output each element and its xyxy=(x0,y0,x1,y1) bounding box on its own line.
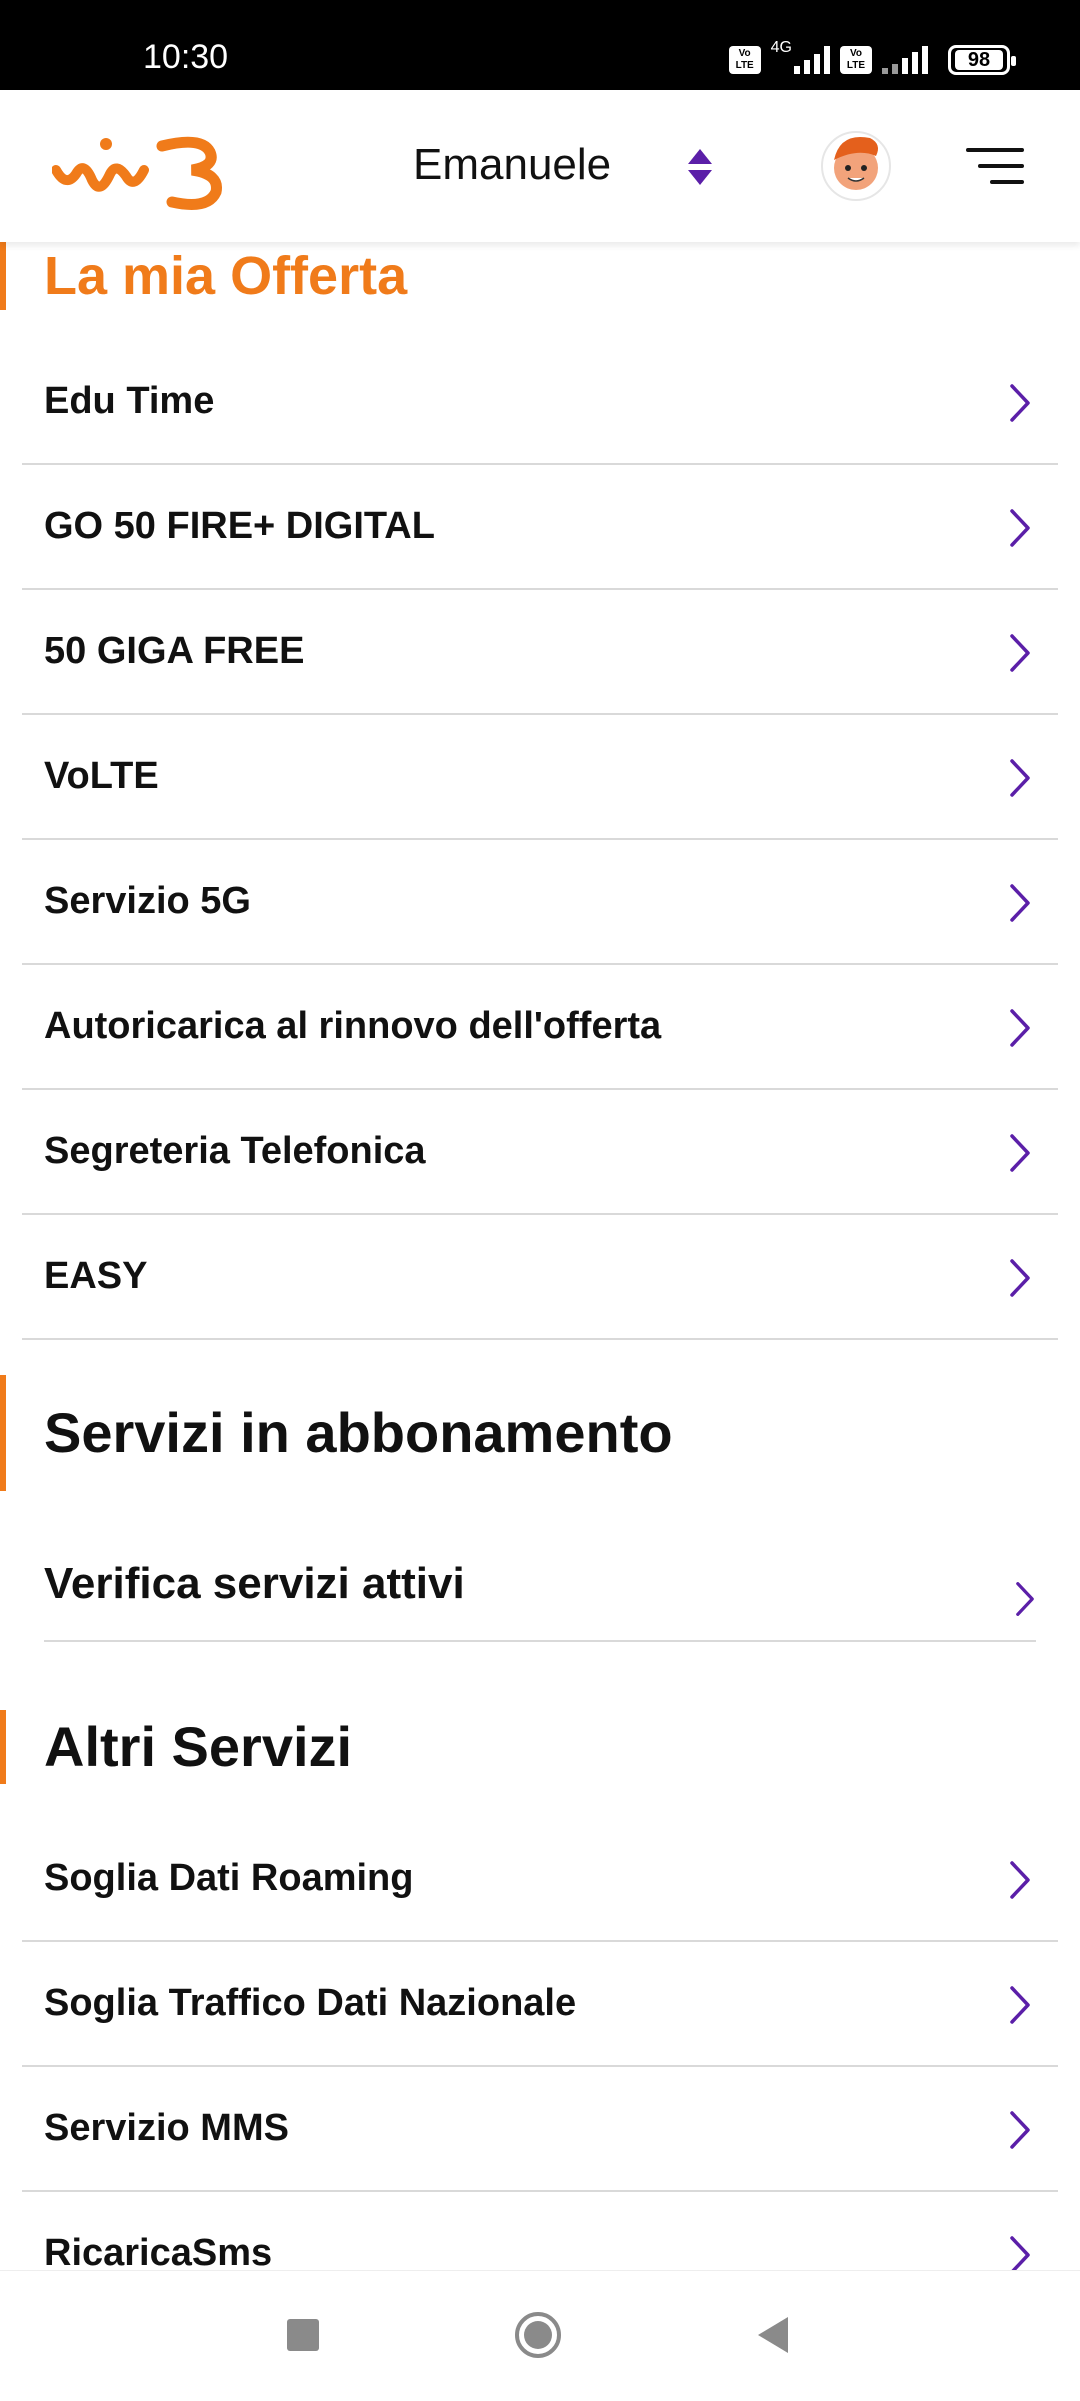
hamburger-menu-icon[interactable] xyxy=(966,146,1024,186)
list-item[interactable]: 50 GIGA FREE xyxy=(22,590,1058,715)
status-icons: Vo LTE 4G Vo LTE 98 xyxy=(728,38,1016,82)
chevron-right-icon xyxy=(1010,2236,1030,2270)
chevron-right-icon xyxy=(1010,759,1030,797)
signal-icon xyxy=(794,46,830,74)
chevron-right-icon xyxy=(1010,1009,1030,1047)
back-icon[interactable] xyxy=(756,2315,790,2355)
chevron-right-icon xyxy=(1010,509,1030,547)
volte-icon-2: Vo LTE xyxy=(840,46,872,74)
battery-level: 98 xyxy=(955,50,1003,70)
brand-logo-icon[interactable] xyxy=(52,130,232,210)
chevron-right-icon xyxy=(1010,634,1030,672)
chevron-right-icon xyxy=(1016,1582,1034,1616)
list-item[interactable]: Segreteria Telefonica xyxy=(22,1090,1058,1215)
signal-icon-2 xyxy=(882,46,928,74)
list-item[interactable]: Soglia Traffico Dati Nazionale xyxy=(22,1942,1058,2067)
app-header: Emanuele xyxy=(0,90,1080,242)
chevron-right-icon xyxy=(1010,884,1030,922)
section-title-other: Altri Servizi xyxy=(44,1715,353,1778)
list-item[interactable]: Servizio MMS xyxy=(22,2067,1058,2192)
list-item[interactable]: Autoricarica al rinnovo dell'offerta xyxy=(22,965,1058,1090)
chevron-right-icon xyxy=(1010,1134,1030,1172)
list-item[interactable]: Edu Time xyxy=(22,340,1058,465)
user-name[interactable]: Emanuele xyxy=(413,140,611,190)
section-accent-bar xyxy=(0,1710,6,1784)
chevron-right-icon xyxy=(1010,1986,1030,2024)
section-title-subscriptions: Servizi in abbonamento xyxy=(44,1401,673,1464)
list-item[interactable]: RicaricaSms xyxy=(22,2192,1058,2270)
volte-icon: Vo LTE xyxy=(728,46,761,74)
recent-apps-icon[interactable] xyxy=(287,2319,319,2351)
chevron-right-icon xyxy=(1010,2111,1030,2149)
list-item[interactable]: VoLTE xyxy=(22,715,1058,840)
home-icon[interactable] xyxy=(514,2311,562,2359)
status-bar: 10:30 Vo LTE 4G Vo LTE 98 xyxy=(0,0,1080,90)
section-title-offer: La mia Offerta xyxy=(44,246,408,306)
chevron-right-icon xyxy=(1010,384,1030,422)
section-accent-bar xyxy=(0,242,6,310)
assistant-avatar-icon[interactable] xyxy=(818,126,894,202)
chevron-right-icon xyxy=(1010,1861,1030,1899)
list-item[interactable]: Verifica servizi attivi xyxy=(44,1528,1036,1642)
network-type: 4G xyxy=(770,39,792,56)
list-item[interactable]: Soglia Dati Roaming xyxy=(22,1817,1058,1942)
user-switch-icon[interactable] xyxy=(686,147,714,187)
section-accent-bar xyxy=(0,1375,6,1491)
system-navigation-bar xyxy=(0,2270,1080,2401)
list-item[interactable]: EASY xyxy=(22,1215,1058,1340)
services-list: La mia Offerta Edu Time GO 50 FIRE+ DIGI… xyxy=(0,242,1080,2270)
list-item[interactable]: Servizio 5G xyxy=(22,840,1058,965)
chevron-right-icon xyxy=(1010,1259,1030,1297)
battery-icon: 98 xyxy=(948,45,1016,75)
list-item[interactable]: GO 50 FIRE+ DIGITAL xyxy=(22,465,1058,590)
status-time: 10:30 xyxy=(143,38,229,76)
